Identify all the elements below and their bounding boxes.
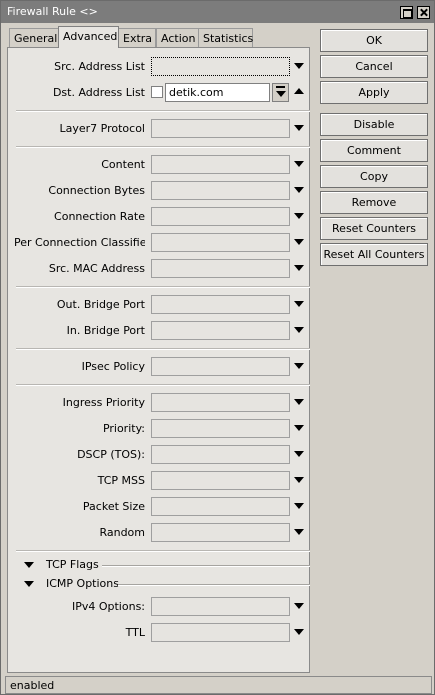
priority-dropdown-icon[interactable]	[293, 422, 305, 434]
ipv4-options-dropdown-icon[interactable]	[293, 600, 305, 612]
priority-field[interactable]	[151, 419, 290, 438]
out-bridge-port-dropdown-icon[interactable]	[293, 298, 305, 310]
remove-button[interactable]: Remove	[320, 191, 428, 214]
per-connection-classifier-label: Per Connection Classifier	[14, 236, 145, 249]
content-field[interactable]	[151, 155, 290, 174]
content-label: Content	[101, 158, 145, 171]
src-address-list-dropdown-icon[interactable]	[293, 60, 305, 72]
maximize-icon[interactable]	[400, 6, 413, 19]
src-address-list-field[interactable]	[151, 57, 290, 76]
src-mac-address-label: Src. MAC Address	[48, 262, 145, 275]
packet-size-dropdown-icon[interactable]	[293, 500, 305, 512]
packet-size-field[interactable]	[151, 497, 290, 516]
random-label: Random	[99, 526, 145, 539]
cancel-button[interactable]: Cancel	[320, 55, 428, 78]
status-bar: enabled	[5, 676, 432, 694]
dscp-label: DSCP (TOS):	[77, 448, 145, 461]
disable-button[interactable]: Disable	[320, 113, 428, 136]
dst-address-list-negate-checkbox[interactable]	[151, 86, 163, 98]
ipsec-policy-dropdown-icon[interactable]	[293, 360, 305, 372]
layer7-protocol-field[interactable]	[151, 119, 290, 138]
tab-advanced[interactable]: Advanced	[58, 26, 119, 48]
dst-address-list-input[interactable]: detik.com	[165, 83, 270, 102]
per-connection-classifier-field[interactable]	[151, 233, 290, 252]
ipv4-options-field[interactable]	[151, 597, 290, 616]
dst-address-list-select-icon[interactable]	[272, 83, 289, 102]
dscp-dropdown-icon[interactable]	[293, 448, 305, 460]
tcp-mss-label: TCP MSS	[97, 474, 145, 487]
content-dropdown-icon[interactable]	[293, 158, 305, 170]
icmp-options-section[interactable]: ICMP Options	[22, 576, 312, 592]
ingress-priority-label: Ingress Priority	[62, 396, 145, 409]
in-bridge-port-dropdown-icon[interactable]	[293, 324, 305, 336]
per-connection-classifier-dropdown-icon[interactable]	[293, 236, 305, 248]
ok-button[interactable]: OK	[320, 29, 428, 52]
tcp-flags-section-label: TCP Flags	[46, 558, 99, 571]
out-bridge-port-label: Out. Bridge Port	[56, 298, 145, 311]
comment-button[interactable]: Comment	[320, 139, 428, 162]
layer7-protocol-label: Layer7 Protocol	[59, 122, 146, 135]
random-field[interactable]	[151, 523, 290, 542]
layer7-protocol-dropdown-icon[interactable]	[293, 122, 305, 134]
dscp-field[interactable]	[151, 445, 290, 464]
reset-all-counters-button[interactable]: Reset All Counters	[320, 243, 428, 266]
ttl-label: TTL	[125, 626, 145, 639]
in-bridge-port-label: In. Bridge Port	[66, 324, 145, 337]
divider	[16, 146, 310, 148]
window-title: Firewall Rule <>	[7, 5, 98, 18]
expand-icon[interactable]	[24, 562, 34, 568]
src-address-list-label: Src. Address List	[54, 60, 145, 73]
title-bar[interactable]: Firewall Rule <>	[1, 1, 434, 23]
connection-bytes-field[interactable]	[151, 181, 290, 200]
priority-label: Priority:	[102, 422, 145, 435]
ingress-priority-dropdown-icon[interactable]	[293, 396, 305, 408]
ingress-priority-field[interactable]	[151, 393, 290, 412]
connection-bytes-label: Connection Bytes	[48, 184, 145, 197]
connection-rate-label: Connection Rate	[54, 210, 145, 223]
firewall-rule-window: Firewall Rule <> General Advanced Extra …	[0, 0, 435, 695]
reset-counters-button[interactable]: Reset Counters	[320, 217, 428, 240]
ipv4-options-label: IPv4 Options:	[71, 600, 145, 613]
apply-button[interactable]: Apply	[320, 81, 428, 104]
connection-rate-dropdown-icon[interactable]	[293, 210, 305, 222]
dst-address-list-collapse-icon[interactable]	[293, 86, 305, 98]
src-mac-address-dropdown-icon[interactable]	[293, 262, 305, 274]
out-bridge-port-field[interactable]	[151, 295, 290, 314]
divider	[118, 584, 310, 586]
ttl-dropdown-icon[interactable]	[293, 626, 305, 638]
divider	[16, 550, 310, 552]
copy-button[interactable]: Copy	[320, 165, 428, 188]
status-text: enabled	[10, 679, 55, 692]
tcp-mss-dropdown-icon[interactable]	[293, 474, 305, 486]
tcp-mss-field[interactable]	[151, 471, 290, 490]
random-dropdown-icon[interactable]	[293, 526, 305, 538]
divider	[16, 348, 310, 350]
tab-extra[interactable]: Extra	[118, 28, 156, 47]
ipsec-policy-label: IPsec Policy	[81, 360, 145, 373]
expand-icon[interactable]	[24, 581, 34, 587]
divider	[16, 110, 310, 112]
ttl-field[interactable]	[151, 623, 290, 642]
icmp-options-section-label: ICMP Options	[46, 577, 119, 590]
divider	[16, 384, 310, 386]
tcp-flags-section[interactable]: TCP Flags	[22, 557, 312, 573]
in-bridge-port-field[interactable]	[151, 321, 290, 340]
connection-bytes-dropdown-icon[interactable]	[293, 184, 305, 196]
ipsec-policy-field[interactable]	[151, 357, 290, 376]
packet-size-label: Packet Size	[82, 500, 145, 513]
close-icon[interactable]	[417, 6, 430, 19]
advanced-panel: Src. Address List Dst. Address List deti…	[7, 47, 310, 673]
tab-action[interactable]: Action	[156, 28, 199, 47]
src-mac-address-field[interactable]	[151, 259, 290, 278]
tab-general[interactable]: General	[9, 28, 59, 47]
dst-address-list-label: Dst. Address List	[52, 86, 145, 99]
connection-rate-field[interactable]	[151, 207, 290, 226]
divider	[102, 565, 310, 567]
tab-statistics[interactable]: Statistics	[198, 28, 253, 47]
divider	[16, 286, 310, 288]
